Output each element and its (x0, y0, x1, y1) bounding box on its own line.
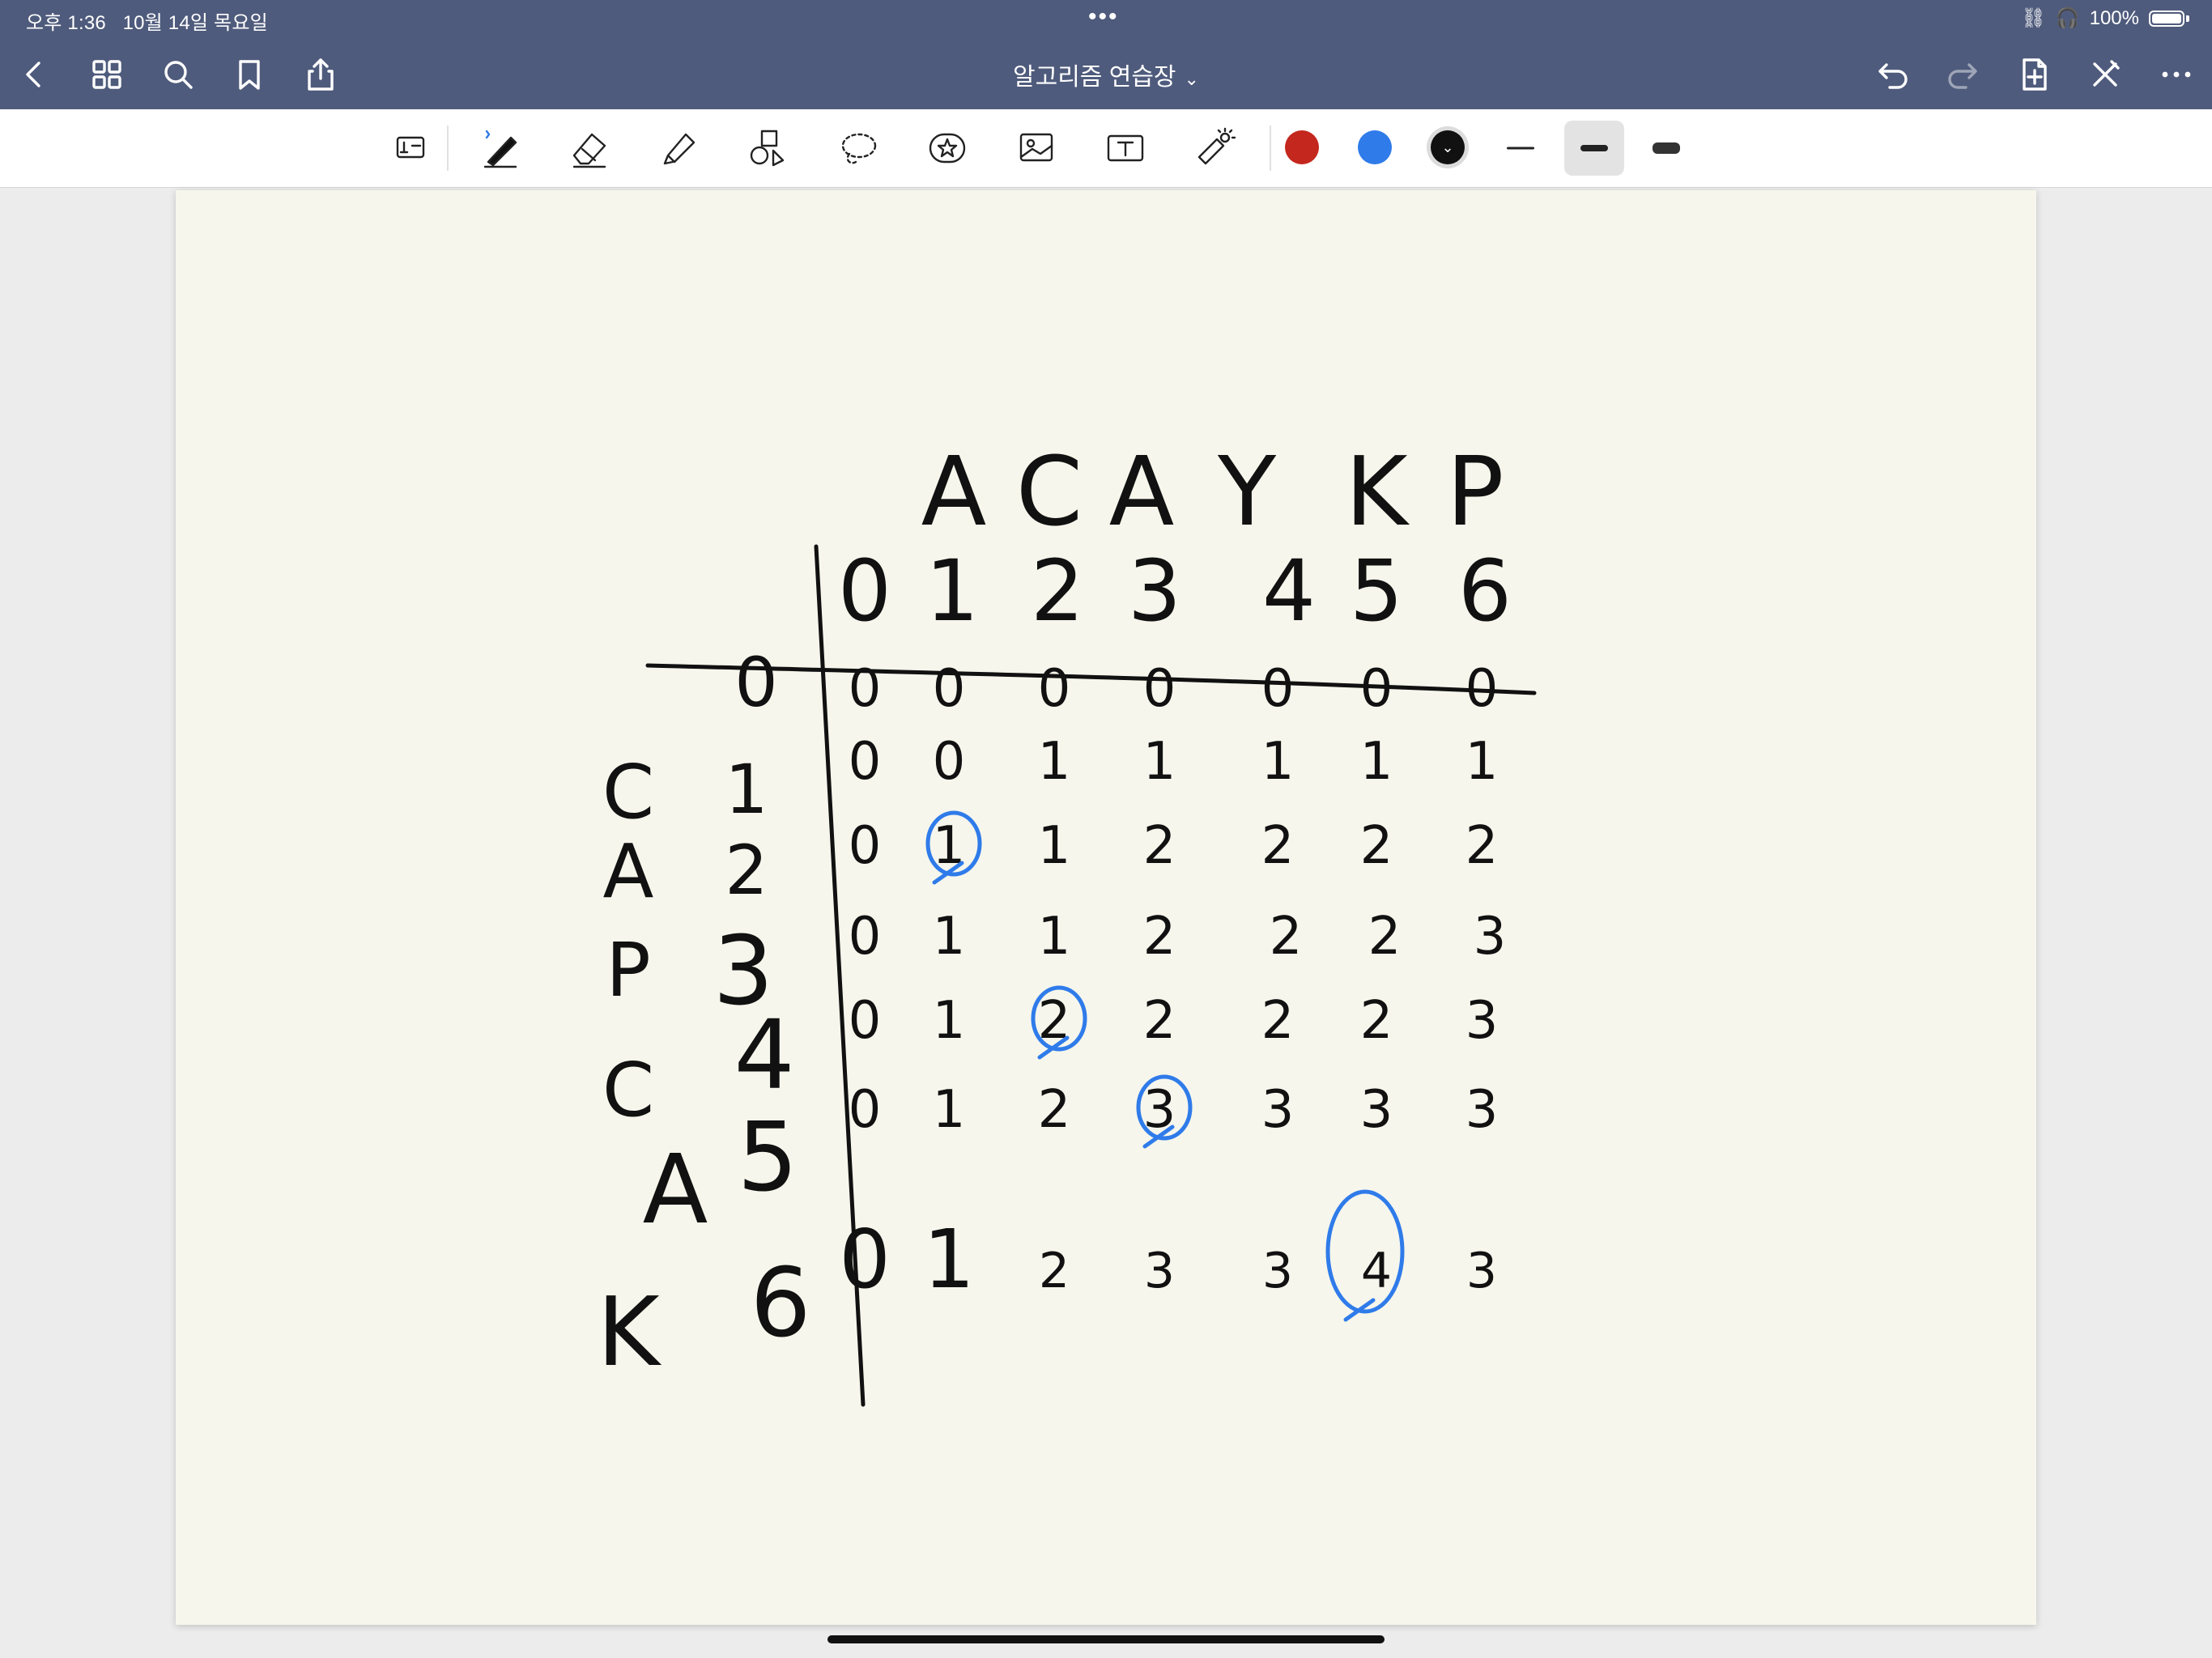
table-cell: 1 (1038, 732, 1071, 792)
column-index: 6 (1458, 542, 1512, 640)
table-cell: 0 (849, 659, 882, 719)
table-cell: 0 (1261, 659, 1295, 719)
table-cell: 0 (1360, 659, 1393, 719)
table-cell: 0 (933, 659, 966, 719)
table-cell: 3 (1262, 1243, 1293, 1299)
table-cell: 1 (933, 907, 966, 967)
table-cell: 2 (1143, 907, 1176, 967)
column-letter: K (1345, 436, 1410, 547)
column-index: 5 (1350, 542, 1403, 640)
column-index: 1 (925, 542, 979, 640)
table-cell: 4 (1361, 1243, 1392, 1299)
table-cell: 1 (1465, 732, 1499, 792)
table-cell: 0 (1143, 659, 1176, 719)
table-cell: 2 (1270, 907, 1303, 967)
row-letter: C (602, 1047, 654, 1133)
row-index: 6 (750, 1247, 810, 1358)
column-index: 0 (838, 542, 891, 640)
column-letter: A (1109, 436, 1175, 547)
table-cell: 0 (933, 732, 966, 792)
table-cell: 3 (1474, 907, 1507, 967)
table-cell: 0 (849, 991, 882, 1051)
table-cell: 2 (1368, 907, 1402, 967)
table-cell: 0 (849, 1080, 882, 1140)
table-cell: 2 (1038, 1080, 1071, 1140)
table-cell: 2 (1465, 816, 1499, 876)
row-index: 4 (734, 999, 794, 1111)
row-index: 0 (734, 643, 777, 722)
home-indicator (827, 1635, 1385, 1643)
row-letter: A (643, 1133, 708, 1245)
table-cell: 3 (1360, 1080, 1393, 1140)
row-letter: C (602, 749, 654, 835)
table-cell: 1 (1261, 732, 1295, 792)
table-cell: 0 (1038, 659, 1071, 719)
table-cell: 2 (1039, 1243, 1070, 1299)
table-cell: 2 (1143, 991, 1176, 1051)
row-index: 1 (725, 750, 768, 829)
table-cell: 0 (849, 816, 882, 876)
table-cell: 2 (1261, 991, 1295, 1051)
table-cell: 1 (933, 1080, 966, 1140)
table-cell: 0 (1465, 659, 1499, 719)
table-cell: 0 (839, 1212, 891, 1307)
column-index: 3 (1128, 542, 1181, 640)
table-cell: 1 (923, 1212, 975, 1307)
table-cell: 2 (1360, 991, 1393, 1051)
row-index: 2 (725, 831, 768, 910)
table-cell: 1 (1038, 907, 1071, 967)
column-index: 2 (1031, 542, 1084, 640)
table-cell: 1 (933, 991, 966, 1051)
table-cell: 1 (1038, 816, 1071, 876)
table-cell: 1 (1360, 732, 1393, 792)
table-cell: 3 (1465, 1080, 1499, 1140)
row-index: 5 (737, 1101, 798, 1213)
table-cell: 0 (849, 907, 882, 967)
table-cell: 2 (1360, 816, 1393, 876)
table-cell: 0 (849, 732, 882, 792)
column-index: 4 (1262, 542, 1316, 640)
handwriting-layer: A C A Y K P0 1 2 3 4 5 6CAPCAK01234560 0 0 0 0 0 00 0 1 1 1 1 1… (597, 436, 1537, 1407)
row-letter: K (597, 1276, 661, 1388)
table-cell: 2 (1261, 816, 1295, 876)
table-cell: 3 (1144, 1243, 1175, 1299)
column-letter: P (1446, 436, 1504, 547)
table-cell: 2 (1143, 816, 1176, 876)
column-letter: A (921, 436, 987, 547)
column-letter: C (1016, 436, 1083, 547)
table-cell: 1 (1143, 732, 1176, 792)
table-cell: 3 (1261, 1080, 1295, 1140)
table-horizontal-line (645, 663, 1537, 695)
row-letter: P (606, 927, 650, 1014)
row-letter: A (603, 828, 654, 915)
table-cell: 3 (1465, 991, 1499, 1051)
table-cell: 3 (1466, 1243, 1497, 1299)
column-letter: Y (1217, 436, 1277, 547)
